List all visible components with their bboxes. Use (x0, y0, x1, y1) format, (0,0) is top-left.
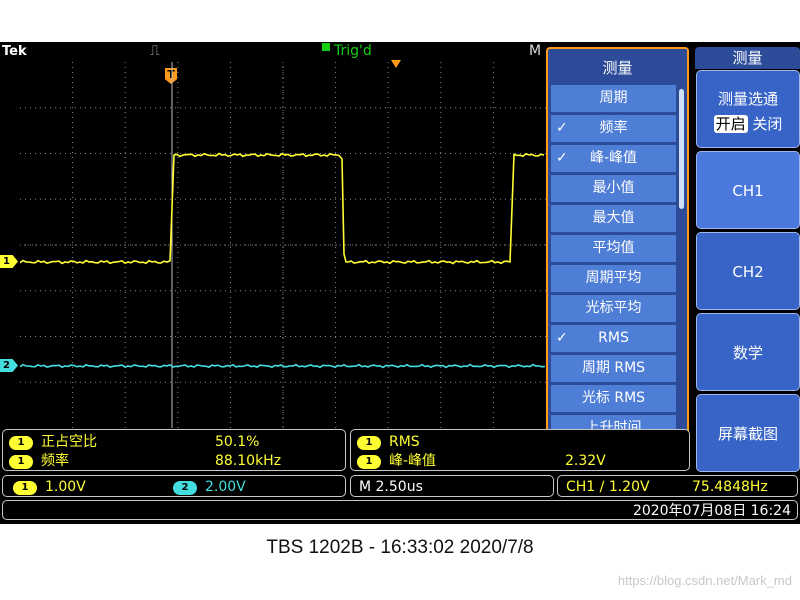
measure-menu-item[interactable]: ✓ 频率 (551, 115, 676, 142)
measure-menu-item[interactable]: 光标 RMS (551, 385, 676, 412)
ch1-scale[interactable]: 1 1.00V (13, 478, 86, 496)
measure-menu-item-label: 周期 (599, 90, 628, 106)
mode-indicator: M (529, 43, 542, 59)
checkmark-icon: ✓ (556, 150, 568, 166)
datetime-bar: 2020年07月08日 16:24 (2, 500, 798, 520)
trigger-level: CH1 ∕ 1.20V (566, 479, 650, 495)
measurement-value: 88.10kHz (215, 453, 282, 469)
watermark: https://blog.csdn.net/Mark_md (617, 573, 792, 588)
measure-menu: 测量 周期 ✓ 频率 ✓ 峰-峰值最小值最大值平均值周期平均光标平均 ✓ RMS 周期 RMS… (546, 47, 689, 447)
measurement-name: 峰-峰值 (389, 453, 437, 469)
ch1-ground-marker[interactable]: 1 (0, 255, 18, 268)
ch1-scale-value: 1.00V (45, 479, 86, 495)
checkmark-icon: ✓ (556, 120, 568, 136)
measurement-row: 1 RMS (357, 433, 420, 451)
measure-menu-item[interactable]: 最大值 (551, 205, 676, 232)
math-button[interactable]: 数学 (696, 313, 800, 391)
trigger-readout[interactable]: CH1 ∕ 1.20V 75.4848Hz (557, 475, 798, 497)
waveforms (20, 152, 546, 369)
ch1-badge: 1 (357, 436, 381, 450)
measure-menu-item-label: 周期平均 (585, 270, 642, 286)
ch1-badge: 1 (357, 455, 381, 469)
acquire-run-icon: ⎍ (150, 43, 160, 59)
measurement-readout-right: 1 RMS 1 峰-峰值 2.32V (350, 429, 690, 471)
measure-menu-item-label: 周期 RMS (581, 360, 646, 376)
measurement-name: RMS (389, 434, 420, 450)
measure-menu-item-label: 平均值 (592, 240, 635, 256)
measurement-name: 频率 (41, 453, 69, 469)
ch1-badge: 1 (13, 481, 37, 495)
measure-menu-item-label: RMS (598, 330, 629, 346)
measure-menu-item-label: 最小值 (592, 180, 635, 196)
ch2-scale-value: 2.00V (205, 479, 246, 495)
measure-menu-item[interactable]: ✓ 峰-峰值 (551, 145, 676, 172)
ch1-waveform (20, 152, 545, 265)
image-caption: TBS 1202B - 16:33:02 2020/7/8 (266, 537, 534, 558)
oscilloscope-screen: Tek ⎍ Trig'd M T 1 2 测量 周期 ✓ 频率 ✓ 峰-峰值 最小值 最大值… (0, 42, 800, 524)
trigger-frequency: 75.4848Hz (692, 479, 768, 495)
gating-off-option: 关闭 (752, 115, 783, 133)
trigger-status-label: Trig'd (334, 43, 372, 59)
graticule-lines (20, 62, 546, 428)
measure-menu-item[interactable]: 周期 RMS (551, 355, 676, 382)
softkey-panel-title: 测量 (695, 47, 800, 69)
waveform-graticule (20, 62, 546, 428)
screenshot-button[interactable]: 屏幕截图 (696, 394, 800, 472)
measure-menu-item-label: 频率 (599, 120, 628, 136)
measure-menu-item-label: 峰-峰值 (589, 150, 638, 166)
measurement-readout-left: 1 正占空比 50.1% 1 频率 88.10kHz (2, 429, 346, 471)
measure-menu-item[interactable]: 最小值 (551, 175, 676, 202)
ch1-button[interactable]: CH1 (696, 151, 800, 229)
checkmark-icon: ✓ (556, 330, 568, 346)
ch1-badge: 1 (9, 455, 33, 469)
ch2-badge: 2 (173, 481, 197, 495)
brand-logo: Tek (2, 44, 27, 59)
ch2-scale[interactable]: 2 2.00V (173, 478, 246, 496)
measure-menu-title: 测量 (602, 59, 633, 77)
timebase-readout[interactable]: M 2.50us (350, 475, 554, 497)
measure-menu-item[interactable]: ✓ RMS (551, 325, 676, 352)
ch1-badge: 1 (9, 436, 33, 450)
datetime: 2020年07月08日 16:24 (632, 503, 791, 519)
measure-menu-item-label: 光标平均 (585, 300, 642, 316)
measure-menu-scrollbar[interactable] (679, 89, 684, 209)
measure-menu-item[interactable]: 光标平均 (551, 295, 676, 322)
ch2-ground-marker[interactable]: 2 (0, 359, 18, 372)
timebase-value: M 2.50us (359, 479, 423, 495)
measurement-row: 1 正占空比 50.1% (9, 433, 259, 451)
trigger-status-indicator (322, 43, 330, 51)
ch2-button[interactable]: CH2 (696, 232, 800, 310)
measurement-row: 1 峰-峰值 2.32V (357, 452, 606, 470)
measurement-row: 1 频率 88.10kHz (9, 452, 281, 470)
measurement-name: 正占空比 (41, 434, 97, 450)
measure-menu-item-label: 最大值 (592, 210, 635, 226)
measure-menu-item-label: 光标 RMS (581, 390, 646, 406)
gating-on-option: 开启 (713, 115, 748, 133)
channel-scale-bar: 1 1.00V 2 2.00V (2, 475, 346, 497)
trigger-status: Trig'd (322, 43, 372, 59)
measurement-value: 50.1% (215, 434, 260, 450)
measure-menu-item[interactable]: 周期平均 (551, 265, 676, 292)
gating-toggle: 开启 关闭 (697, 113, 799, 134)
measure-gating-button[interactable]: 测量选通 开启 关闭 (696, 70, 800, 148)
measure-menu-item[interactable]: 平均值 (551, 235, 676, 262)
measure-gating-label: 测量选通 (717, 90, 778, 108)
measure-menu-item[interactable]: 周期 (551, 85, 676, 112)
measurement-value: 2.32V (565, 453, 606, 469)
